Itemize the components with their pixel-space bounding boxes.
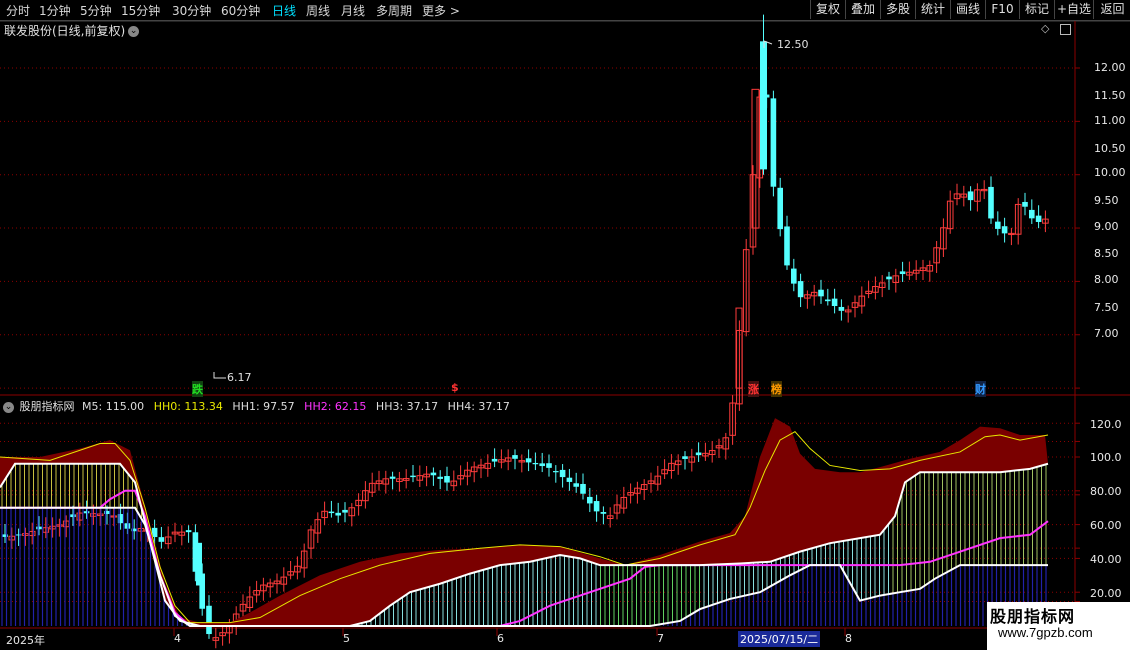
candle-body-down [573, 483, 579, 487]
candle-body-down [580, 483, 586, 494]
candle-body-down [838, 306, 845, 311]
candle-body-down [553, 471, 559, 473]
y-tick-main: 11.00 [1094, 114, 1126, 127]
watermark-url: www.7gpzb.com [998, 625, 1093, 640]
y-tick-main: 9.00 [1094, 220, 1119, 233]
candle-body-down [777, 187, 783, 230]
candle-body-down [546, 463, 552, 468]
y-tick-main: 12.00 [1094, 61, 1126, 74]
price-annotations [213, 40, 773, 379]
indicator-value-m5: M5: 115.00 [82, 400, 145, 413]
candle-body-down [539, 463, 545, 467]
candle-body-down [389, 476, 396, 479]
x-tick: 4 [174, 632, 181, 645]
x-tick: 6 [497, 632, 504, 645]
watermark-title: 股朋指标网 [990, 607, 1076, 626]
candle-body-down [600, 512, 607, 514]
candle-body-down [1029, 209, 1035, 219]
candle-body-down [791, 268, 797, 284]
y-tick-main: 9.50 [1094, 194, 1119, 207]
x-tick: 2025年 [6, 634, 45, 647]
y-tick-main: 11.50 [1094, 89, 1126, 102]
candle-body-down [770, 98, 777, 187]
y-tick-main: 8.00 [1094, 273, 1119, 286]
candle-body-down [1001, 226, 1008, 234]
indicator-series [0, 418, 1049, 627]
signal-dollar[interactable]: $ [451, 381, 459, 394]
candle-body-down [410, 475, 416, 478]
candle-body-down [83, 511, 90, 514]
signal-list[interactable]: 榜 [771, 381, 782, 397]
candle-body-down [831, 298, 838, 307]
candle-body-down [430, 472, 437, 476]
y-tick-main: 8.50 [1094, 247, 1119, 260]
candle-body-down [437, 476, 443, 479]
candle-body-down [206, 605, 212, 635]
high-price-label: 12.50 [777, 38, 809, 51]
candle-body-down [185, 530, 192, 533]
candle-body-down [995, 221, 1001, 229]
y-tick-indicator: 40.00 [1090, 553, 1122, 566]
candle-body-down [967, 191, 974, 201]
cursor-date-label: 2025/07/15/二 [738, 631, 821, 647]
candle-body-down [532, 462, 539, 465]
indicator-value-hh0: HH0: 113.34 [153, 400, 223, 413]
candle-body-down [818, 289, 824, 297]
candle-body-down [886, 276, 892, 280]
candle-body-down [587, 496, 593, 504]
indicator-name[interactable]: 股朋指标网 [20, 400, 75, 413]
y-tick-main: 10.50 [1094, 142, 1126, 155]
candle-body-down [695, 452, 702, 456]
candle-body-down [36, 526, 42, 530]
candle-body-down [559, 469, 566, 478]
x-tick: 5 [343, 632, 350, 645]
candle-body-down [491, 458, 498, 462]
candle-body-down [784, 226, 790, 266]
candle-body-down [899, 271, 906, 275]
candle-body-down [988, 186, 994, 219]
candle-body-down [70, 514, 76, 518]
y-tick-indicator: 60.00 [1090, 519, 1122, 532]
candle-body-down [158, 537, 165, 542]
candle-body-down [797, 281, 804, 298]
y-tick-main: 7.00 [1094, 327, 1119, 340]
signal-rise[interactable]: 涨 [748, 381, 759, 397]
low-marker [213, 372, 226, 379]
y-tick-indicator: 20.00 [1090, 587, 1122, 600]
candle-body-down [825, 299, 831, 302]
indicator-value-hh4: HH4: 37.17 [447, 400, 510, 413]
candle-body-down [1022, 201, 1028, 207]
signal-fall[interactable]: 跌 [192, 381, 203, 397]
candle-body-down [525, 458, 532, 463]
candle-body-down [444, 476, 450, 483]
candle-body-down [593, 501, 600, 512]
chart-canvas[interactable] [0, 0, 1130, 650]
signal-finance[interactable]: 财 [975, 381, 986, 397]
low-price-label: 6.17 [227, 371, 252, 384]
y-tick-indicator: 120.0 [1090, 418, 1122, 431]
indicator-value-hh3: HH3: 37.17 [375, 400, 439, 413]
candle-body-down [342, 509, 348, 513]
candle-body-down [512, 455, 518, 459]
indicator-header: ⌄ 股朋指标网 M5: 115.00 HH0: 113.34 HH1: 97.5… [3, 398, 516, 414]
candle-body-down [682, 456, 688, 459]
candle-body-down [566, 477, 573, 482]
x-tick: 7 [657, 632, 664, 645]
y-tick-main: 7.50 [1094, 301, 1119, 314]
candle-body-down [328, 511, 335, 514]
candle-body-down [196, 542, 202, 586]
y-tick-indicator: 80.00 [1090, 485, 1122, 498]
indicator-value-hh2: HH2: 62.15 [304, 400, 367, 413]
chevron-down-icon[interactable]: ⌄ [3, 401, 14, 413]
indicator-value-hh1: HH1: 97.57 [232, 400, 295, 413]
candle-body-down [124, 523, 131, 529]
y-tick-main: 10.00 [1094, 166, 1126, 179]
candle-body-down [335, 512, 341, 516]
y-tick-indicator: 100.0 [1090, 451, 1122, 464]
x-tick: 8 [845, 632, 852, 645]
candle-body-down [1035, 215, 1042, 222]
